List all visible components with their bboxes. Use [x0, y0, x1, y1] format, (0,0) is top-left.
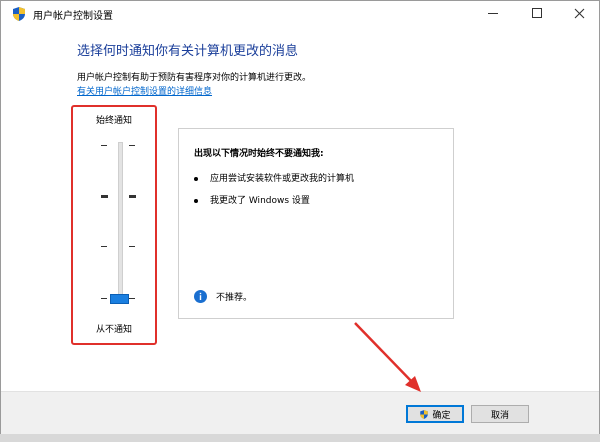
- window-title: 用户帐户控制设置: [33, 11, 113, 22]
- uac-shield-icon: [13, 7, 25, 21]
- slider-top-label: 始终通知: [95, 116, 132, 126]
- ok-button[interactable]: 确定: [406, 405, 464, 423]
- slider-track[interactable]: [118, 142, 123, 304]
- close-icon: [574, 8, 584, 18]
- maximize-button[interactable]: [519, 1, 555, 25]
- slider-tick: [129, 298, 135, 299]
- notification-level-slider[interactable]: 始终通知 从不通知: [71, 105, 157, 345]
- info-icon: [194, 290, 207, 303]
- minimize-icon: [488, 12, 498, 14]
- slider-tick: [101, 145, 107, 146]
- slider-bottom-label: 从不通知: [95, 325, 132, 335]
- slider-tick: [129, 246, 135, 247]
- recommendation-text: 不推荐。: [216, 293, 253, 303]
- cancel-button-label: 取消: [490, 410, 509, 421]
- close-button[interactable]: [561, 1, 597, 25]
- title-bar[interactable]: 用户帐户控制设置: [1, 1, 599, 27]
- slider-tick: [101, 298, 107, 299]
- maximize-icon: [532, 8, 542, 18]
- list-item: 我更改了 Windows 设置: [194, 193, 310, 206]
- uac-settings-window: 用户帐户控制设置 选择何时通知你有关计算机更改的消息 用户帐户控制有助于预防有害…: [0, 0, 600, 442]
- bullet-icon: [194, 198, 198, 203]
- uac-help-link[interactable]: 有关用户帐户控制设置的详细信息: [77, 84, 212, 97]
- slider-thumb[interactable]: [110, 294, 129, 304]
- ok-button-label: 确定: [432, 410, 451, 421]
- slider-tick: [101, 246, 107, 247]
- cancel-button[interactable]: 取消: [471, 405, 529, 423]
- slider-tick: [129, 145, 135, 146]
- page-heading: 选择何时通知你有关计算机更改的消息: [77, 44, 299, 59]
- recommendation: 不推荐。: [194, 290, 252, 303]
- slider-tick: [129, 195, 136, 198]
- list-item: 应用尝试安装软件或更改我的计算机: [194, 171, 354, 184]
- uac-shield-icon: [420, 409, 429, 419]
- minimize-button[interactable]: [475, 1, 511, 25]
- bullet-text: 我更改了 Windows 设置: [210, 196, 310, 206]
- level-description-panel: 出现以下情况时始终不要通知我: 应用尝试安装软件或更改我的计算机 我更改了 Wi…: [178, 128, 454, 319]
- highlight-box: [71, 105, 157, 345]
- page-description: 用户帐户控制有助于预防有害程序对你的计算机进行更改。: [77, 73, 312, 83]
- bullet-icon: [194, 176, 198, 181]
- taskbar-strip: [0, 434, 600, 442]
- slider-tick: [101, 195, 108, 198]
- bullet-text: 应用尝试安装软件或更改我的计算机: [210, 174, 355, 184]
- panel-heading: 出现以下情况时始终不要通知我:: [194, 149, 324, 159]
- annotation-arrow-icon: [354, 322, 421, 392]
